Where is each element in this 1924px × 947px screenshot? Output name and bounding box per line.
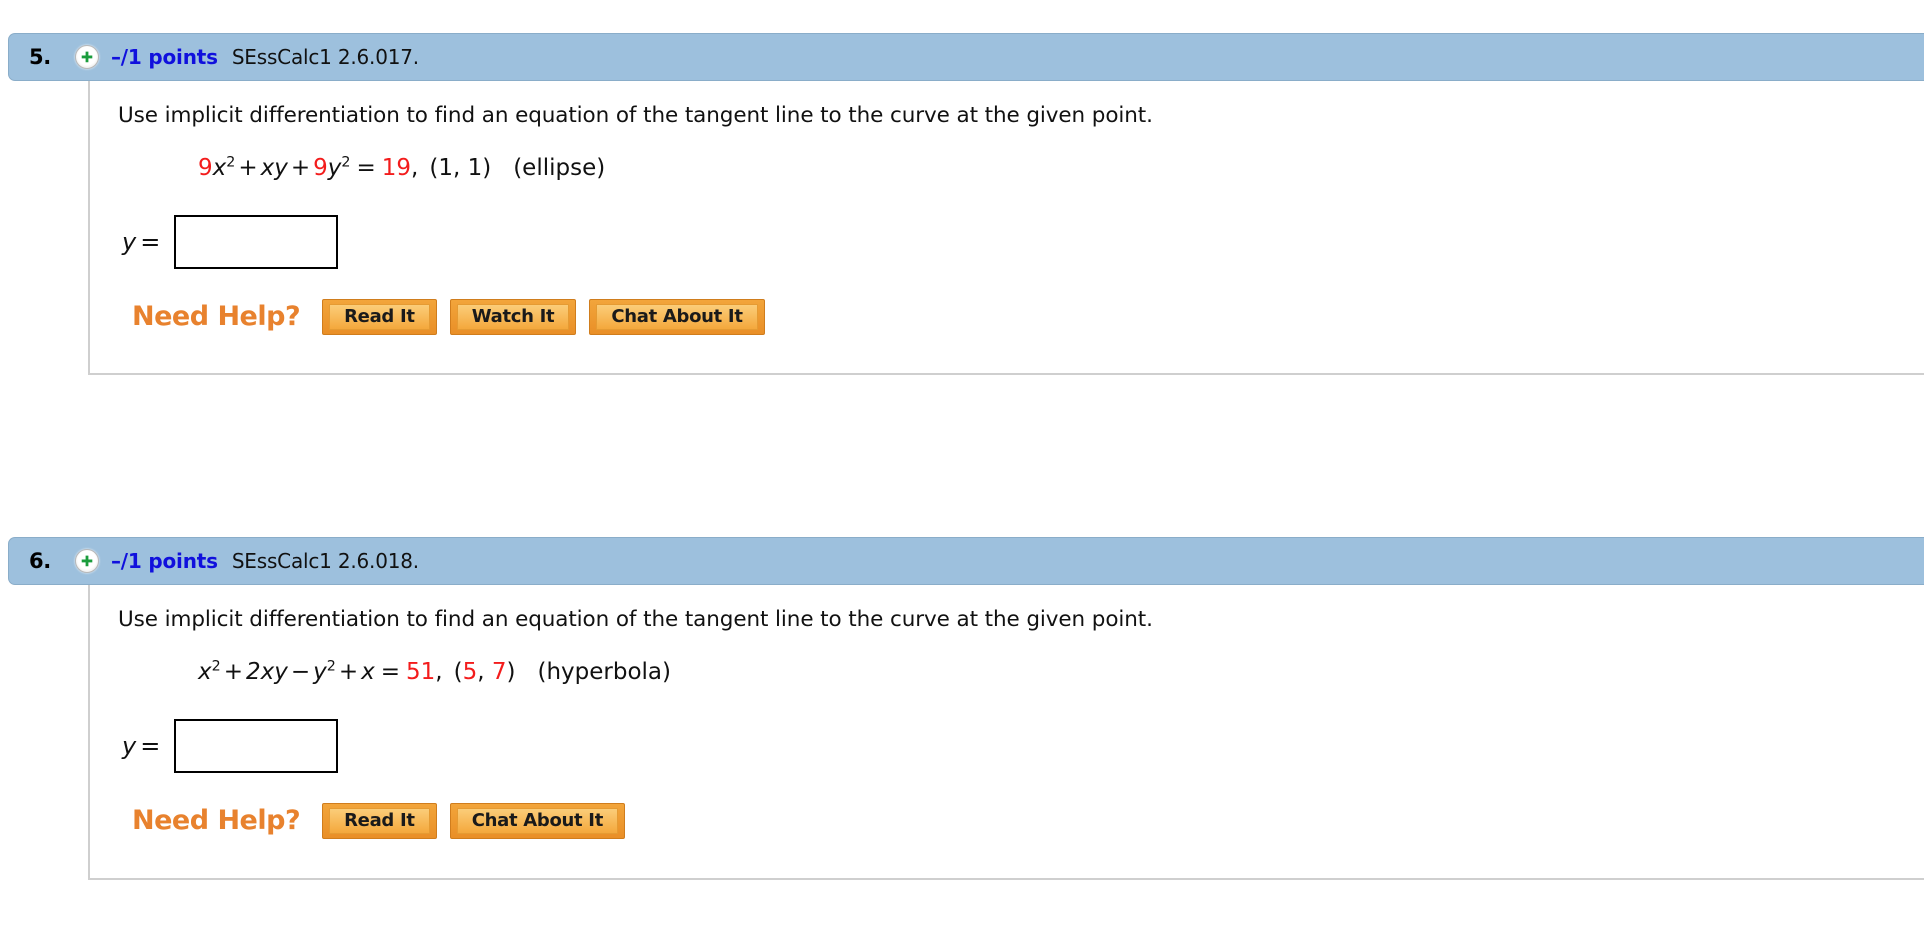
assignment-page: 5. –/1 points SEssCalc1 2.6.017. Use imp… <box>0 0 1924 947</box>
problem-code-6: SEssCalc1 2.6.018. <box>231 549 419 573</box>
chat-about-it-button-6[interactable]: Chat About It <box>449 802 625 839</box>
plus-circle-icon[interactable] <box>75 45 99 69</box>
equation-coefficient-1: 9 <box>198 154 213 181</box>
problem-number-6: 6. <box>29 549 51 573</box>
read-it-button-6[interactable]: Read It <box>322 802 437 839</box>
equation-curve-type: (hyperbola) <box>537 658 671 685</box>
watch-it-button-5[interactable]: Watch It <box>449 298 577 335</box>
equation-given-point: (1, 1) <box>429 154 492 181</box>
problem-block-5: 5. –/1 points SEssCalc1 2.6.017. Use imp… <box>0 33 1924 375</box>
chat-about-it-label-5: Chat About It <box>596 303 758 330</box>
points-label-5: –/1 points <box>111 45 218 69</box>
help-row-6: Need Help? Read It Chat About It <box>132 802 1924 839</box>
equation-comma: , <box>435 658 443 685</box>
plus-circle-icon[interactable] <box>75 549 99 573</box>
answer-row-5: y = <box>122 214 1924 269</box>
read-it-label-6: Read It <box>329 807 430 834</box>
problem-equation-6: x2 +2xy − y2 + x = 51, (5, 7) (hyperbola) <box>198 659 1924 685</box>
equation-equals-sign: = <box>380 658 401 685</box>
equation-point-separator: , <box>477 658 492 685</box>
equation-term-xy: xy <box>260 154 288 181</box>
equation-term-x: x <box>361 658 375 685</box>
equation-operator-1: + <box>223 658 243 685</box>
watch-it-label-5: Watch It <box>456 303 570 330</box>
equation-curve-type: (ellipse) <box>513 154 606 181</box>
problem-header-6: 6. –/1 points SEssCalc1 2.6.018. <box>8 537 1924 585</box>
equation-comma: , <box>411 154 419 181</box>
chat-about-it-label-6: Chat About It <box>456 807 618 834</box>
problem-header-5: 5. –/1 points SEssCalc1 2.6.017. <box>8 33 1924 81</box>
points-label-6: –/1 points <box>111 549 218 573</box>
equation-rhs-value: 51 <box>406 658 436 685</box>
equation-operator-2: − <box>290 658 311 685</box>
equation-coefficient-3: 9 <box>313 154 328 181</box>
problem-prompt-5: Use implicit differentiation to find an … <box>118 103 1153 128</box>
read-it-button-5[interactable]: Read It <box>322 298 437 335</box>
need-help-label-5: Need Help? <box>132 301 301 333</box>
equation-point-close-paren: ) <box>506 658 516 685</box>
problem-body-5: Use implicit differentiation to find an … <box>88 81 1924 375</box>
equation-variable-x: x <box>212 154 227 181</box>
equation-operator-3: + <box>338 658 359 685</box>
need-help-label-6: Need Help? <box>132 805 301 837</box>
problem-code-5: SEssCalc1 2.6.017. <box>231 45 419 69</box>
equation-rhs-value: 19 <box>381 154 412 181</box>
equation-point-x: 5 <box>462 658 478 685</box>
problem-equation-5: 9x2 + xy +9y2 = 19, (1, 1) (ellipse) <box>198 155 1924 181</box>
equation-point-y: 7 <box>491 658 507 685</box>
answer-label-6: y <box>122 731 137 760</box>
problem-number-5: 5. <box>29 45 51 69</box>
equation-operator-2: + <box>290 154 311 181</box>
answer-label-5: y <box>122 227 137 256</box>
equation-exponent-1: 2 <box>226 154 236 171</box>
problem-block-6: 6. –/1 points SEssCalc1 2.6.018. Use imp… <box>0 537 1924 880</box>
equation-exponent-3: 2 <box>326 658 336 675</box>
answer-equals-5: = <box>140 227 161 256</box>
answer-input-5[interactable] <box>174 214 339 269</box>
answer-input-6[interactable] <box>174 718 339 773</box>
answer-equals-6: = <box>140 731 161 760</box>
equation-variable-y: y <box>327 154 342 181</box>
equation-variable-x: x <box>198 658 212 685</box>
problem-prompt-6: Use implicit differentiation to find an … <box>118 607 1153 632</box>
equation-operator-1: + <box>238 154 258 181</box>
read-it-label-5: Read It <box>329 303 430 330</box>
equation-term-2xy: 2xy <box>245 658 288 685</box>
chat-about-it-button-5[interactable]: Chat About It <box>589 298 765 335</box>
answer-row-6: y = <box>122 718 1924 773</box>
equation-equals-sign: = <box>356 154 376 181</box>
problem-body-6: Use implicit differentiation to find an … <box>88 585 1924 880</box>
help-row-5: Need Help? Read It Watch It Chat About I… <box>132 298 1924 335</box>
equation-point-open-paren: ( <box>453 658 463 685</box>
equation-exponent-1: 2 <box>211 658 221 675</box>
equation-variable-y: y <box>313 658 327 685</box>
